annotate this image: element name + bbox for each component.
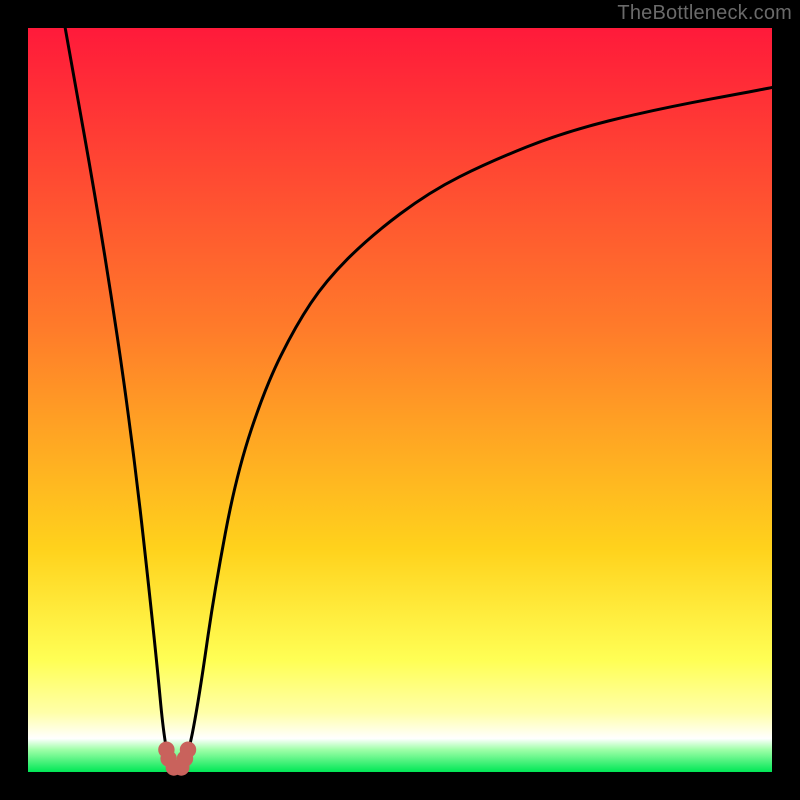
chart-frame: TheBottleneck.com — [0, 0, 800, 800]
minimum-dot — [180, 742, 196, 758]
bottleneck-chart — [0, 0, 800, 800]
chart-gradient-background — [28, 28, 772, 772]
attribution-text: TheBottleneck.com — [617, 2, 792, 25]
